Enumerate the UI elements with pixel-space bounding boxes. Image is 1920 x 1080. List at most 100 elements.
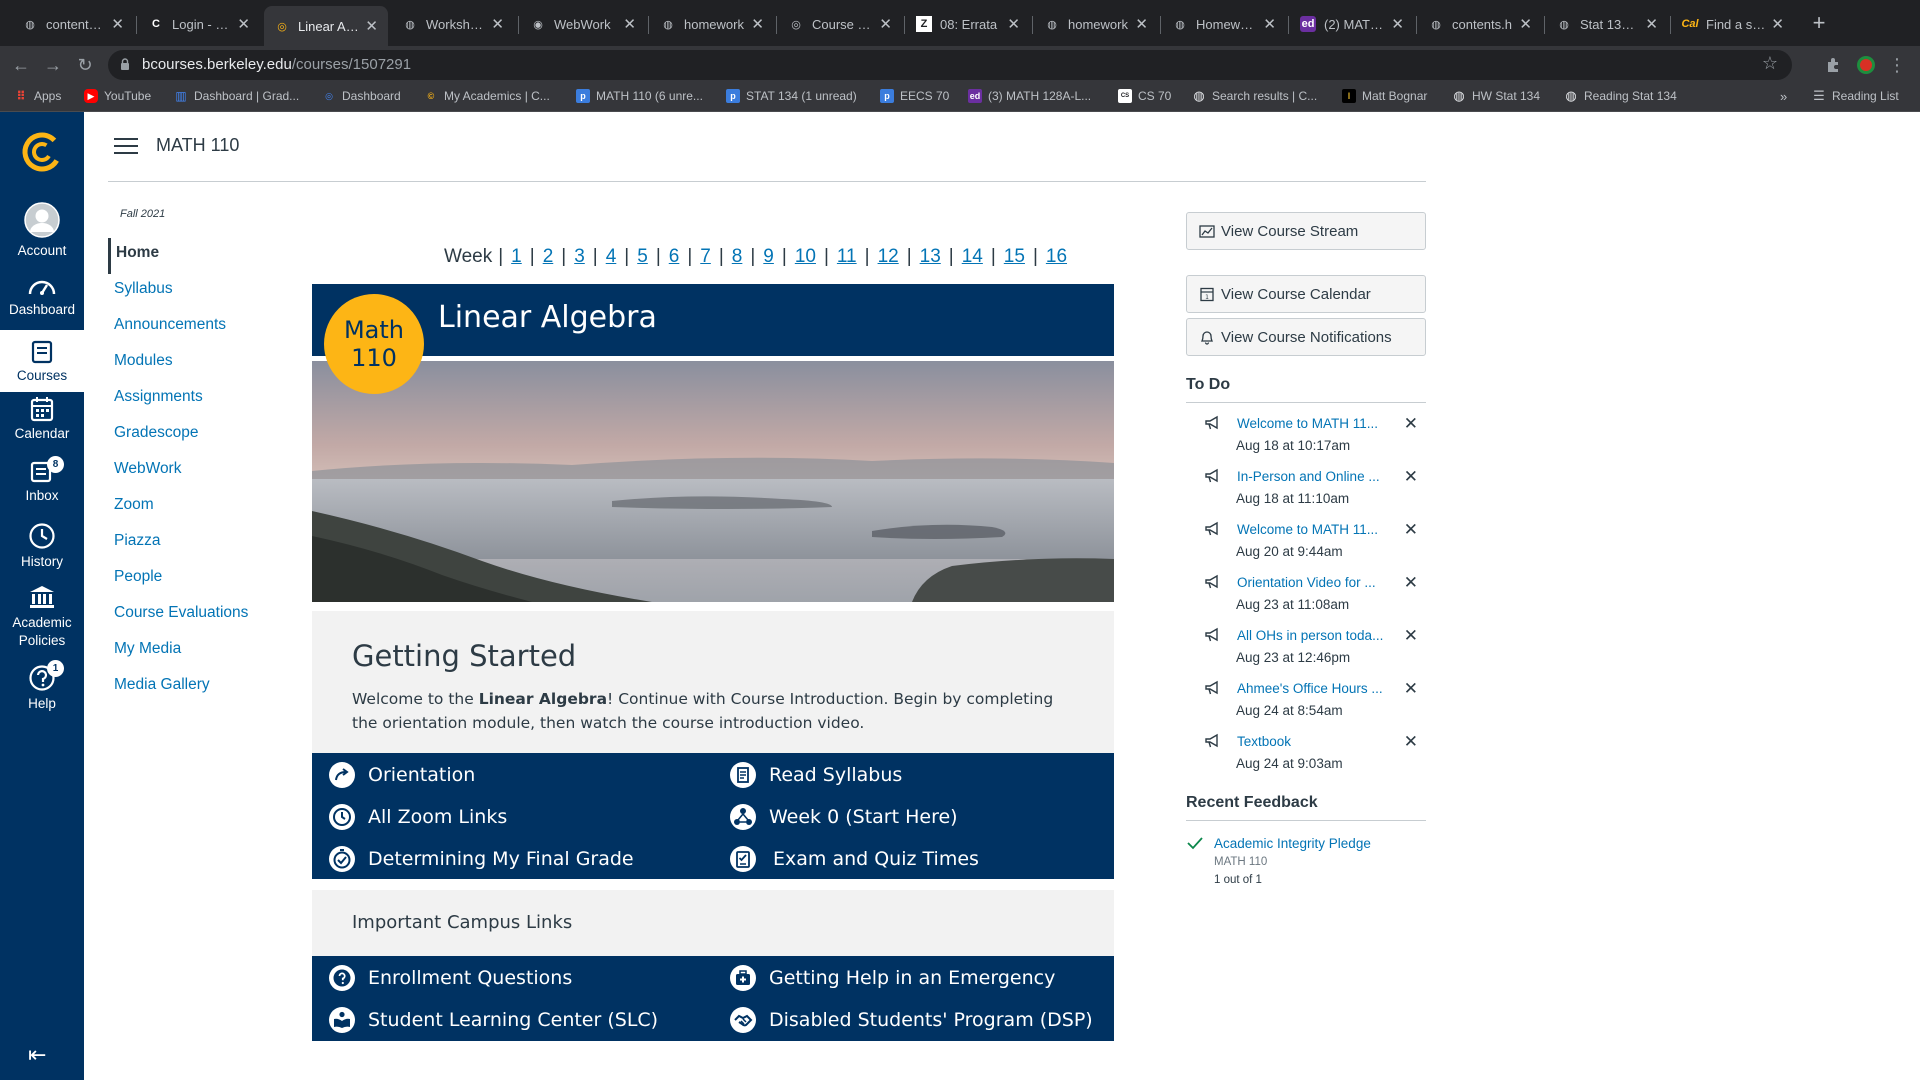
course-nav-course-evaluations[interactable]: Course Evaluations (108, 598, 288, 634)
orientation-link[interactable]: Orientation (328, 761, 475, 789)
course-nav-announcements[interactable]: Announcements (108, 310, 288, 346)
browser-tab[interactable]: ◍ Stat 134, F ✕ (1546, 8, 1668, 40)
view-course-calendar-button[interactable]: 1 View Course Calendar (1186, 275, 1426, 313)
global-nav-history[interactable]: History (0, 522, 84, 578)
more-bookmarks-chevron-icon[interactable]: » (1780, 89, 1787, 104)
final-grade-link[interactable]: Determining My Final Grade (328, 845, 634, 873)
browser-menu-icon[interactable]: ⋮ (1884, 52, 1910, 78)
week-link[interactable]: 8 (732, 246, 743, 267)
global-nav-dashboard[interactable]: Dashboard (0, 276, 84, 332)
week-link[interactable]: 13 (920, 246, 941, 267)
browser-tab[interactable]: ◍ homework ✕ (1034, 8, 1158, 40)
browser-tab[interactable]: Cal Find a stud ✕ (1672, 8, 1794, 40)
global-nav-help[interactable]: 1 Help (0, 660, 84, 720)
bookmark-stat134[interactable]: p STAT 134 (1 unread) (726, 89, 857, 103)
browser-tab[interactable]: ◍ Homework ✕ (1162, 8, 1286, 40)
enrollment-questions-link[interactable]: Enrollment Questions (328, 964, 572, 992)
bookmark-eecs70[interactable]: p EECS 70 (880, 89, 949, 103)
week-link[interactable]: 15 (1004, 246, 1025, 267)
view-course-notifications-button[interactable]: View Course Notifications (1186, 318, 1426, 356)
browser-tab[interactable]: Z 08: Errata ✕ (906, 8, 1030, 40)
week-link[interactable]: 10 (795, 246, 816, 267)
close-tab-icon[interactable]: ✕ (1391, 15, 1404, 33)
global-nav-inbox[interactable]: 8 Inbox (0, 456, 84, 514)
address-bar[interactable]: bcourses.berkeley.edu/courses/1507291 ☆ (108, 50, 1792, 80)
week-0-link[interactable]: Week 0 (Start Here) (729, 803, 958, 831)
week-link[interactable]: 11 (837, 246, 857, 267)
close-tab-icon[interactable]: ✕ (1645, 15, 1658, 33)
exam-quiz-times-link[interactable]: Exam and Quiz Times (729, 845, 979, 873)
course-nav-piazza[interactable]: Piazza (108, 526, 288, 562)
close-tab-icon[interactable]: ✕ (365, 17, 378, 35)
todo-link[interactable]: Welcome to MATH 11... (1237, 416, 1395, 431)
close-tab-icon[interactable]: ✕ (111, 15, 124, 33)
todo-link[interactable]: Textbook (1237, 734, 1395, 749)
close-tab-icon[interactable]: ✕ (751, 15, 764, 33)
bookmark-cs70[interactable]: CS CS 70 (1118, 89, 1171, 103)
emergency-help-link[interactable]: Getting Help in an Emergency (729, 964, 1055, 992)
week-link[interactable]: 14 (962, 246, 983, 267)
close-tab-icon[interactable]: ✕ (623, 15, 636, 33)
close-tab-icon[interactable]: ✕ (879, 15, 892, 33)
course-nav-my-media[interactable]: My Media (108, 634, 288, 670)
close-tab-icon[interactable]: ✕ (1771, 15, 1784, 33)
hamburger-menu-icon[interactable] (114, 138, 138, 156)
view-course-stream-button[interactable]: View Course Stream (1186, 212, 1426, 250)
feedback-link[interactable]: Academic Integrity Pledge (1214, 836, 1371, 851)
browser-tab-active[interactable]: ◎ Linear Alge ✕ (264, 6, 388, 46)
course-nav-assignments[interactable]: Assignments (108, 382, 288, 418)
bookmark-math110[interactable]: p MATH 110 (6 unre... (576, 89, 703, 103)
browser-tab[interactable]: ◎ Course Mo ✕ (778, 8, 902, 40)
read-syllabus-link[interactable]: Read Syllabus (729, 761, 902, 789)
bookmark-my-academics[interactable]: © My Academics | C... (424, 89, 550, 103)
bookmark-math128a[interactable]: ed (3) MATH 128A-L... (968, 89, 1091, 103)
course-nav-gradescope[interactable]: Gradescope (108, 418, 288, 454)
course-nav-home[interactable]: Home (108, 238, 288, 274)
course-nav-syllabus[interactable]: Syllabus (108, 274, 288, 310)
browser-tab[interactable]: ◍ contents.h ✕ (12, 8, 134, 40)
close-tab-icon[interactable]: ✕ (1135, 15, 1148, 33)
close-tab-icon[interactable]: ✕ (491, 15, 504, 33)
close-tab-icon[interactable]: ✕ (1263, 15, 1276, 33)
forward-icon[interactable]: → (40, 52, 66, 78)
browser-tab[interactable]: ◉ WebWork ✕ (520, 8, 646, 40)
week-link[interactable]: 5 (637, 246, 648, 267)
browser-tab[interactable]: C Login - CA ✕ (138, 8, 260, 40)
week-link[interactable]: 2 (543, 246, 554, 267)
canvas-logo-icon[interactable] (20, 130, 64, 174)
extensions-puzzle-icon[interactable] (1824, 55, 1844, 75)
browser-tab[interactable]: ◍ contents.h ✕ (1418, 8, 1542, 40)
dismiss-todo-icon[interactable]: ✕ (1404, 573, 1418, 593)
dsp-link[interactable]: Disabled Students' Program (DSP) (729, 1006, 1093, 1034)
profile-avatar-icon[interactable] (1856, 55, 1876, 75)
course-nav-modules[interactable]: Modules (108, 346, 288, 382)
bookmark-matt-bognar[interactable]: I Matt Bognar (1342, 89, 1427, 103)
bookmark-dashboard-grad[interactable]: ▥ Dashboard | Grad... (174, 89, 299, 103)
close-tab-icon[interactable]: ✕ (1007, 15, 1020, 33)
week-link[interactable]: 16 (1046, 246, 1067, 267)
week-link[interactable]: 6 (669, 246, 680, 267)
bookmark-apps[interactable]: ⠿ Apps (14, 89, 61, 103)
browser-tab[interactable]: ◍ homework ✕ (650, 8, 774, 40)
bookmark-youtube[interactable]: ▶ YouTube (84, 89, 151, 103)
bookmark-search-results[interactable]: ◍ Search results | C... (1192, 88, 1317, 103)
course-nav-media-gallery[interactable]: Media Gallery (108, 670, 288, 706)
breadcrumb-course-title[interactable]: MATH 110 (156, 135, 239, 156)
back-icon[interactable]: ← (8, 52, 34, 78)
course-nav-zoom[interactable]: Zoom (108, 490, 288, 526)
week-link[interactable]: 12 (878, 246, 899, 267)
dismiss-todo-icon[interactable]: ✕ (1404, 467, 1418, 487)
global-nav-calendar[interactable]: Calendar (0, 396, 84, 452)
close-tab-icon[interactable]: ✕ (237, 15, 250, 33)
todo-link[interactable]: In-Person and Online ... (1237, 469, 1395, 484)
todo-link[interactable]: Ahmee's Office Hours ... (1237, 681, 1395, 696)
week-link[interactable]: 1 (511, 246, 522, 267)
reload-icon[interactable]: ↻ (72, 52, 98, 78)
global-nav-account[interactable]: Account (0, 202, 84, 262)
dismiss-todo-icon[interactable]: ✕ (1404, 732, 1418, 752)
todo-link[interactable]: All OHs in person toda... (1237, 628, 1395, 643)
todo-link[interactable]: Welcome to MATH 11... (1237, 522, 1395, 537)
bookmark-star-icon[interactable]: ☆ (1762, 53, 1778, 74)
week-link[interactable]: 9 (763, 246, 774, 267)
browser-tab[interactable]: ◍ Worksheet ✕ (392, 8, 514, 40)
